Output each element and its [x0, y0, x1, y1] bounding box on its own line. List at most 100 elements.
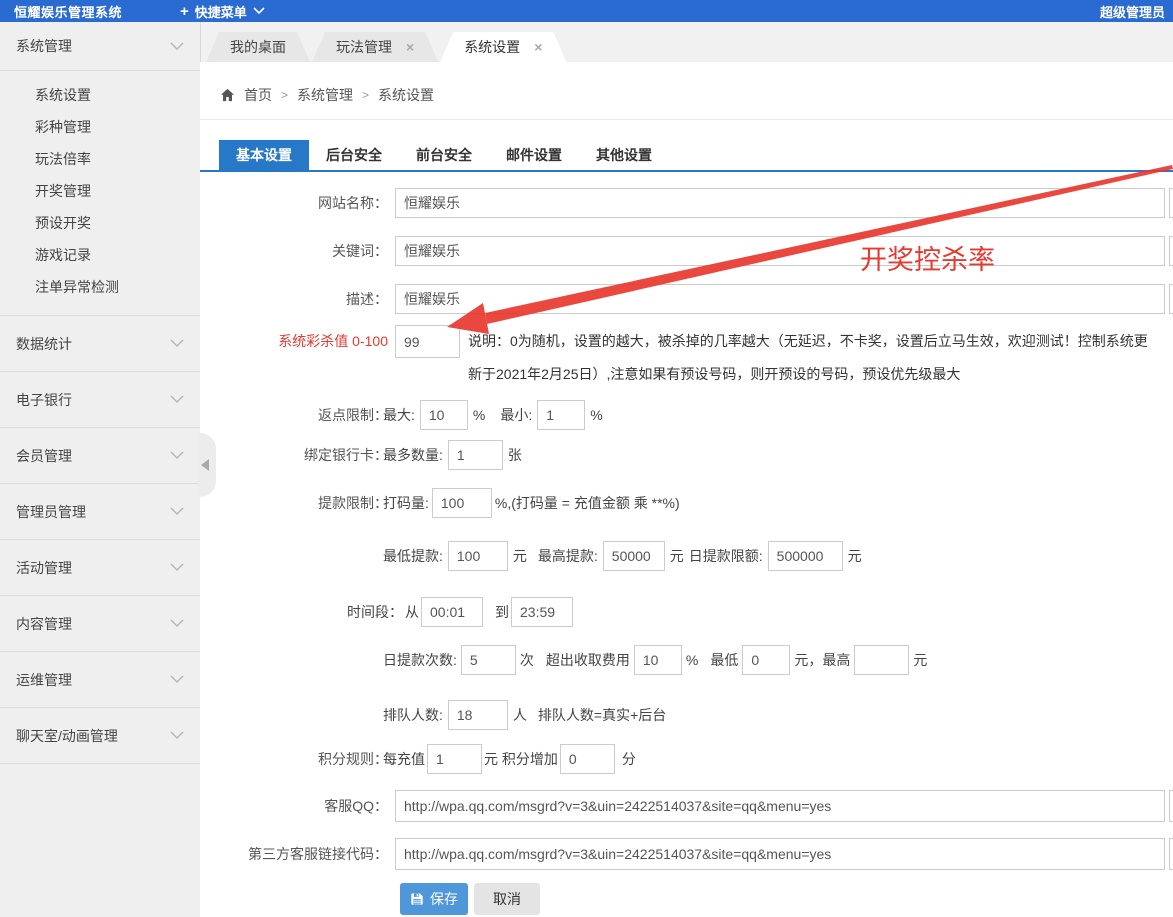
sidebar-item-draw-manage[interactable]: 开奖管理 — [0, 175, 200, 207]
close-icon[interactable]: × — [534, 39, 542, 55]
sidebar-section-admins[interactable]: 管理员管理 — [0, 483, 200, 539]
sidebar-item-system-settings[interactable]: 系统设置 — [0, 79, 200, 111]
tab-label: 系统设置 — [464, 37, 520, 57]
chevron-down-icon — [170, 42, 184, 51]
sidebar-group-system[interactable]: 系统管理 — [0, 22, 200, 70]
sidebar-sublist: 系统设置 彩种管理 玩法倍率 开奖管理 预设开奖 游戏记录 注单异常检测 — [0, 70, 200, 315]
chevron-down-icon — [170, 507, 184, 516]
bank-qty-input[interactable] — [448, 440, 503, 470]
sidebar-item-game-records[interactable]: 游戏记录 — [0, 239, 200, 271]
sidebar-item-bet-anomaly[interactable]: 注单异常检测 — [0, 271, 200, 303]
collapse-left-icon — [201, 459, 209, 471]
third-party-input[interactable] — [395, 838, 1165, 870]
settings-tabbar: 基本设置 后台安全 前台安全 邮件设置 其他设置 — [219, 140, 669, 170]
sidebar-section-data-stats[interactable]: 数据统计 — [0, 315, 200, 371]
save-button[interactable]: 保存 — [400, 883, 468, 915]
points-add-input[interactable] — [560, 744, 615, 774]
breadcrumb-separator: > — [362, 88, 369, 102]
sidebar-item-play-odds[interactable]: 玩法倍率 — [0, 143, 200, 175]
rebate-min-input[interactable] — [537, 400, 585, 430]
keywords-input[interactable] — [395, 236, 1165, 266]
chevron-down-icon — [170, 619, 184, 628]
tab-backend-security[interactable]: 后台安全 — [309, 140, 399, 170]
tab-mail-settings[interactable]: 邮件设置 — [489, 140, 579, 170]
rebate-max-unit: % — [473, 407, 485, 423]
save-icon — [410, 892, 424, 906]
settings-tabbar-underline — [200, 170, 1173, 172]
fee-min-input[interactable] — [742, 645, 790, 675]
tab-my-desktop[interactable]: 我的桌面 — [206, 32, 310, 62]
tab-play-manage[interactable]: 玩法管理 × — [312, 32, 438, 62]
cancel-button-label: 取消 — [493, 889, 521, 909]
sidebar-section-ops[interactable]: 运维管理 — [0, 651, 200, 707]
kill-rate-note-line2: 新于2021年2月25日）,注意如果有预设号码，则开预设的号码，预设优先级最大 — [468, 358, 1168, 391]
cancel-button[interactable]: 取消 — [474, 883, 540, 915]
sidebar: 系统管理 系统设置 彩种管理 玩法倍率 开奖管理 预设开奖 游戏记录 注单异常检… — [0, 22, 200, 917]
daily-times-input[interactable] — [461, 645, 516, 675]
sidebar-collapse-handle[interactable] — [198, 433, 216, 497]
queue-unit: 人 — [513, 705, 527, 725]
time-to-input[interactable] — [511, 597, 573, 627]
chevron-down-icon — [170, 451, 184, 460]
topbar: 恒耀娱乐管理系统 + 快捷菜单 超级管理员 — [0, 0, 1173, 22]
bank-card-label: 绑定银行卡： — [200, 440, 388, 470]
clipped-input-fragment — [1169, 188, 1173, 218]
sidebar-group-label: 系统管理 — [16, 36, 72, 56]
tab-frontend-security[interactable]: 前台安全 — [399, 140, 489, 170]
site-name-input[interactable] — [395, 188, 1165, 218]
daily-times-unit: 次 — [520, 650, 534, 670]
sidebar-section-content[interactable]: 内容管理 — [0, 595, 200, 651]
chevron-down-icon — [253, 7, 265, 15]
min-withdraw-unit: 元 — [513, 546, 527, 566]
keywords-label: 关键词： — [200, 236, 388, 266]
clipped-input-fragment — [1169, 790, 1173, 822]
sidebar-section-label: 运维管理 — [16, 670, 72, 690]
description-label: 描述： — [200, 284, 388, 314]
min-withdraw-input[interactable] — [448, 541, 508, 571]
min-withdraw-label: 最低提款: — [383, 546, 443, 566]
plus-icon: + — [180, 3, 189, 20]
sidebar-item-preset-draw[interactable]: 预设开奖 — [0, 207, 200, 239]
fee-input[interactable] — [634, 645, 682, 675]
fee-label: 超出收取费用 — [546, 650, 630, 670]
kill-rate-input[interactable] — [395, 325, 460, 358]
sidebar-section-ebank[interactable]: 电子银行 — [0, 371, 200, 427]
dama-suffix: %,(打码量 = 充值金额 乘 **%) — [495, 493, 680, 513]
rebate-max-input[interactable] — [420, 400, 468, 430]
queue-input[interactable] — [448, 700, 508, 730]
clipped-input-fragment — [1169, 236, 1173, 266]
chevron-down-icon — [170, 675, 184, 684]
quick-menu-button[interactable]: + 快捷菜单 — [180, 2, 265, 21]
qq-input[interactable] — [395, 790, 1165, 822]
withdraw-limit-label: 提款限制： — [200, 488, 388, 518]
chevron-down-icon — [170, 563, 184, 572]
daily-limit-input[interactable] — [768, 541, 843, 571]
current-user[interactable]: 超级管理员 — [1100, 2, 1165, 21]
sidebar-section-label: 会员管理 — [16, 446, 72, 466]
sidebar-section-chatroom[interactable]: 聊天室/动画管理 — [0, 707, 200, 763]
window-tabstrip: 我的桌面 玩法管理 × 系统设置 × — [200, 22, 1173, 62]
tab-system-settings[interactable]: 系统设置 × — [440, 32, 566, 62]
chevron-down-icon — [170, 395, 184, 404]
breadcrumb-section[interactable]: 系统管理 — [297, 85, 353, 105]
points-per-input[interactable] — [427, 744, 482, 774]
breadcrumb-home[interactable]: 首页 — [244, 85, 272, 105]
fee-max-input[interactable] — [854, 645, 909, 675]
points-unit: 分 — [622, 749, 636, 769]
dama-input[interactable] — [432, 488, 492, 518]
close-icon[interactable]: × — [406, 39, 414, 55]
home-icon[interactable] — [220, 88, 235, 102]
description-input[interactable] — [395, 284, 1165, 314]
sidebar-item-lottery-manage[interactable]: 彩种管理 — [0, 111, 200, 143]
tab-basic-settings[interactable]: 基本设置 — [219, 140, 309, 170]
kill-rate-note: 说明：0为随机，设置的越大，被杀掉的几率越大（无延迟，不卡奖，设置后立马生效，欢… — [468, 325, 1168, 391]
time-range-label: 时间段： — [347, 602, 403, 622]
time-from-input[interactable] — [421, 597, 483, 627]
time-to-label: 到 — [495, 602, 509, 622]
kill-rate-note-line1: 说明：0为随机，设置的越大，被杀掉的几率越大（无延迟，不卡奖，设置后立马生效，欢… — [468, 325, 1168, 358]
tab-other-settings[interactable]: 其他设置 — [579, 140, 669, 170]
max-withdraw-input[interactable] — [603, 541, 665, 571]
fee-max-unit: 元 — [913, 650, 927, 670]
sidebar-section-members[interactable]: 会员管理 — [0, 427, 200, 483]
sidebar-section-activities[interactable]: 活动管理 — [0, 539, 200, 595]
